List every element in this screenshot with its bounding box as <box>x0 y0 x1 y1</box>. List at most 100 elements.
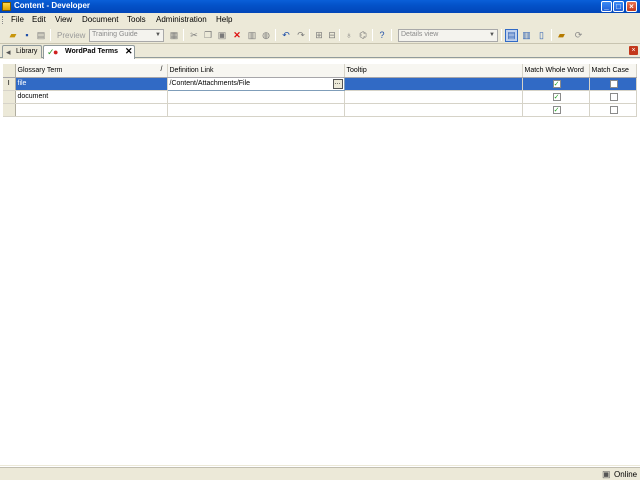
glossary-term-cell[interactable]: file <box>15 77 168 91</box>
match-case-checkbox[interactable] <box>609 105 618 114</box>
table-row[interactable]: I file /Content/Attachments/File ... ✓ <box>3 76 637 91</box>
definition-link-cell[interactable]: /Content/Attachments/File ... <box>166 76 345 91</box>
minimize-button[interactable]: _ <box>601 1 612 12</box>
column-header-label: Definition Link <box>169 66 214 74</box>
paste-icon[interactable]: ▣ <box>216 29 228 41</box>
find-icon[interactable]: ◍ <box>260 29 272 41</box>
tab-wordpad-terms-label: WordPad Terms <box>65 48 119 55</box>
glossary-term-cell[interactable] <box>15 103 168 117</box>
menu-bar: File Edit View Document Tools Administra… <box>0 13 640 27</box>
column-header-definition-link[interactable]: Definition Link <box>167 64 345 78</box>
match-case-checkbox[interactable] <box>609 92 618 101</box>
cut-icon[interactable]: ✂ <box>188 29 200 41</box>
undo-icon[interactable]: ↶ <box>280 29 292 41</box>
match-whole-word-checkbox[interactable]: ✓ <box>552 105 561 114</box>
view-select-value: Details view <box>401 31 439 38</box>
column-header-match-whole-word[interactable]: Match Whole Word <box>522 64 590 78</box>
title-bar[interactable]: Content - Developer _ □ × <box>0 0 640 13</box>
sort-indicator-icon: / <box>160 66 163 73</box>
glossary-term-cell[interactable]: document <box>15 90 168 104</box>
column-header-label: Match Case <box>591 66 629 74</box>
table-row[interactable]: document ✓ <box>3 90 637 104</box>
grid-area: Glossary Term / Definition Link Tooltip … <box>0 59 640 465</box>
indent-icon[interactable]: ⊞ <box>313 29 325 41</box>
view-select[interactable]: Details view ▼ <box>398 29 498 42</box>
redo-icon[interactable]: ↷ <box>295 29 307 41</box>
connection-status: Online <box>614 470 638 479</box>
print-icon[interactable]: ▤ <box>35 29 47 41</box>
tab-strip: ◂ Library ✓ ● WordPad Terms ✕ × <box>0 44 640 59</box>
definition-link-cell[interactable] <box>167 103 345 117</box>
maximize-icon: □ <box>616 2 621 11</box>
match-case-checkbox[interactable] <box>609 79 618 88</box>
match-case-cell[interactable] <box>589 77 637 91</box>
match-case-cell[interactable] <box>589 90 637 104</box>
menu-document[interactable]: Document <box>82 15 118 24</box>
columns-view-icon[interactable]: ▯ <box>535 29 548 42</box>
match-whole-word-cell[interactable]: ✓ <box>522 103 590 117</box>
save-icon[interactable]: ▪ <box>21 29 33 41</box>
publish-icon[interactable]: ▰ <box>555 29 568 42</box>
details-view-icon[interactable]: ▤ <box>505 29 518 42</box>
properties-icon[interactable]: ▦ <box>168 29 180 41</box>
column-header-label: Match Whole Word <box>524 66 584 74</box>
tooltip-cell[interactable] <box>344 90 523 104</box>
browse-ellipsis-button[interactable]: ... <box>332 78 343 89</box>
delete-icon[interactable]: ✕ <box>231 29 243 41</box>
library-icon: ◂ <box>6 47 11 57</box>
column-header-tooltip[interactable]: Tooltip <box>344 64 523 78</box>
column-header-label: Glossary Term <box>17 66 63 74</box>
tooltip-cell[interactable] <box>344 103 523 117</box>
preview-button[interactable]: Preview <box>57 31 85 40</box>
table-row-new[interactable]: ✓ <box>3 103 637 117</box>
menu-file[interactable]: File <box>11 15 24 24</box>
network-icon: ▣ <box>602 469 611 479</box>
tooltip-cell[interactable] <box>344 77 523 91</box>
close-document-icon[interactable]: × <box>629 46 638 55</box>
guide-select-value: Training Guide <box>92 31 138 38</box>
open-folder-icon[interactable]: ▰ <box>7 29 19 41</box>
binoculars-icon[interactable]: ♁ <box>343 29 355 41</box>
column-header-match-case[interactable]: Match Case <box>589 64 637 78</box>
match-whole-word-cell[interactable]: ✓ <box>522 77 590 91</box>
match-whole-word-checkbox[interactable]: ✓ <box>552 92 561 101</box>
chevron-down-icon: ▼ <box>489 32 495 38</box>
guide-select[interactable]: Training Guide ▼ <box>89 29 164 42</box>
list-view-icon[interactable]: ▥ <box>520 29 533 42</box>
minimize-icon: _ <box>604 2 609 11</box>
tab-library[interactable]: ◂ Library <box>2 45 42 58</box>
outdent-icon[interactable]: ⊟ <box>326 29 338 41</box>
row-header[interactable] <box>3 90 16 104</box>
maximize-button[interactable]: □ <box>613 1 624 12</box>
menu-view[interactable]: View <box>55 15 72 24</box>
menu-help[interactable]: Help <box>216 15 232 24</box>
menu-tools[interactable]: Tools <box>127 15 146 24</box>
match-whole-word-cell[interactable]: ✓ <box>522 90 590 104</box>
column-header-label: Tooltip <box>346 66 367 74</box>
grid-header-row: Glossary Term / Definition Link Tooltip … <box>3 64 637 78</box>
status-bar: ▣ Online <box>0 466 640 480</box>
copy-icon[interactable]: ❐ <box>202 29 214 41</box>
definition-link-cell[interactable] <box>167 90 345 104</box>
menu-edit[interactable]: Edit <box>32 15 46 24</box>
app-icon <box>2 2 11 11</box>
definition-link-value[interactable]: /Content/Attachments/File <box>170 80 251 87</box>
tab-wordpad-terms[interactable]: ✓ ● WordPad Terms ✕ <box>43 45 135 59</box>
menu-administration[interactable]: Administration <box>156 15 207 24</box>
match-case-cell[interactable] <box>589 103 637 117</box>
toolbar: ▰ ▪ ▤ Preview Training Guide ▼ ▦ ✂ ❐ ▣ ✕… <box>0 27 640 44</box>
row-header[interactable] <box>3 103 16 117</box>
row-header-edit-marker[interactable]: I <box>3 77 16 91</box>
window-title: Content - Developer <box>14 1 91 10</box>
close-tab-icon[interactable]: ✕ <box>125 46 133 57</box>
column-header-glossary-term[interactable]: Glossary Term / <box>15 64 168 78</box>
close-icon: × <box>629 2 634 11</box>
help-icon[interactable]: ? <box>376 29 388 41</box>
match-whole-word-checkbox[interactable]: ✓ <box>552 79 561 88</box>
link-icon[interactable]: ▥ <box>246 29 258 41</box>
refresh-icon[interactable]: ⟳ <box>572 29 585 42</box>
filter-icon[interactable]: ⌬ <box>357 29 369 41</box>
close-button[interactable]: × <box>626 1 637 12</box>
row-header-corner <box>3 64 16 78</box>
document-icon: ● <box>53 47 59 57</box>
